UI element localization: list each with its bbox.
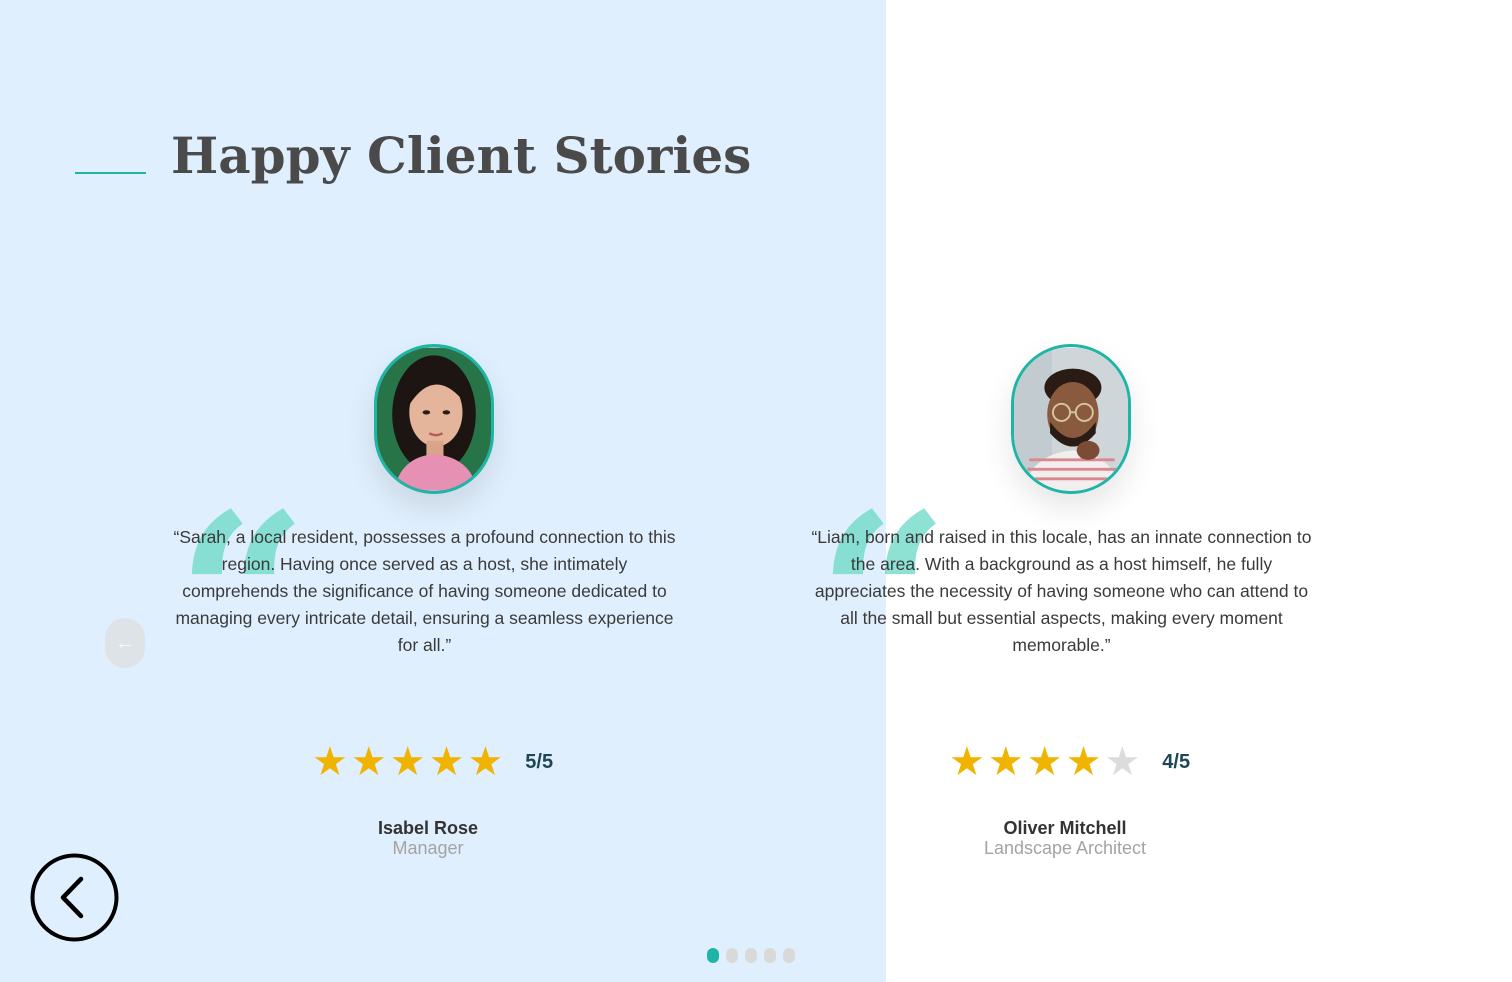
rating-stars: ★ ★ ★ ★ ★ (312, 742, 503, 782)
rating: ★ ★ ★ ★ ★ 5/5 (312, 742, 553, 782)
star-icon: ★ (1026, 739, 1063, 785)
testimonial-card: “ “Liam, born and raised in this locale,… (809, 344, 1329, 864)
arrow-left-icon: ← (115, 631, 135, 654)
back-button[interactable] (30, 853, 119, 942)
star-icon: ★ (350, 739, 387, 785)
star-icon: ★ (428, 739, 465, 785)
pagination-dot[interactable] (707, 948, 719, 963)
rating: ★ ★ ★ ★ ★ 4/5 (949, 742, 1190, 782)
client-name: Isabel Rose (377, 818, 479, 838)
pagination-dot[interactable] (726, 948, 738, 963)
title-accent-line (75, 172, 146, 174)
avatar (374, 344, 494, 494)
star-empty-icon: ★ (1104, 739, 1141, 785)
star-icon: ★ (467, 739, 504, 785)
testimonial-card: “ “Sarah, a local resident, possesses a … (172, 344, 692, 864)
star-icon: ★ (312, 739, 348, 785)
avatar (1011, 344, 1131, 494)
page-title: Happy Client Stories (171, 126, 752, 185)
prev-slide-button[interactable]: ← (105, 618, 145, 668)
testimonials-page: Happy Client Stories “ “Sarah, a local r… (0, 0, 1512, 982)
carousel-pagination (707, 948, 795, 963)
client-role: Manager (392, 838, 464, 858)
pagination-dot[interactable] (745, 948, 757, 963)
testimonial-quote: “Sarah, a local resident, possesses a pr… (173, 527, 676, 655)
star-icon: ★ (987, 739, 1024, 785)
star-icon: ★ (1065, 739, 1102, 785)
avatar-portrait-man (1014, 347, 1128, 491)
pagination-dot[interactable] (783, 948, 795, 963)
star-icon: ★ (949, 739, 985, 785)
testimonial-quote: “Liam, born and raised in this locale, h… (811, 527, 1312, 655)
star-icon: ★ (389, 739, 426, 785)
rating-score: 4/5 (1162, 750, 1191, 773)
rating-stars: ★ ★ ★ ★ ★ (949, 742, 1140, 782)
client-name: Oliver Mitchell (1003, 818, 1127, 838)
client-role: Landscape Architect (983, 838, 1147, 858)
pagination-dot[interactable] (764, 948, 776, 963)
chevron-left-circle-icon (30, 853, 119, 942)
rating-score: 5/5 (525, 750, 554, 773)
avatar-portrait-woman (377, 347, 491, 491)
